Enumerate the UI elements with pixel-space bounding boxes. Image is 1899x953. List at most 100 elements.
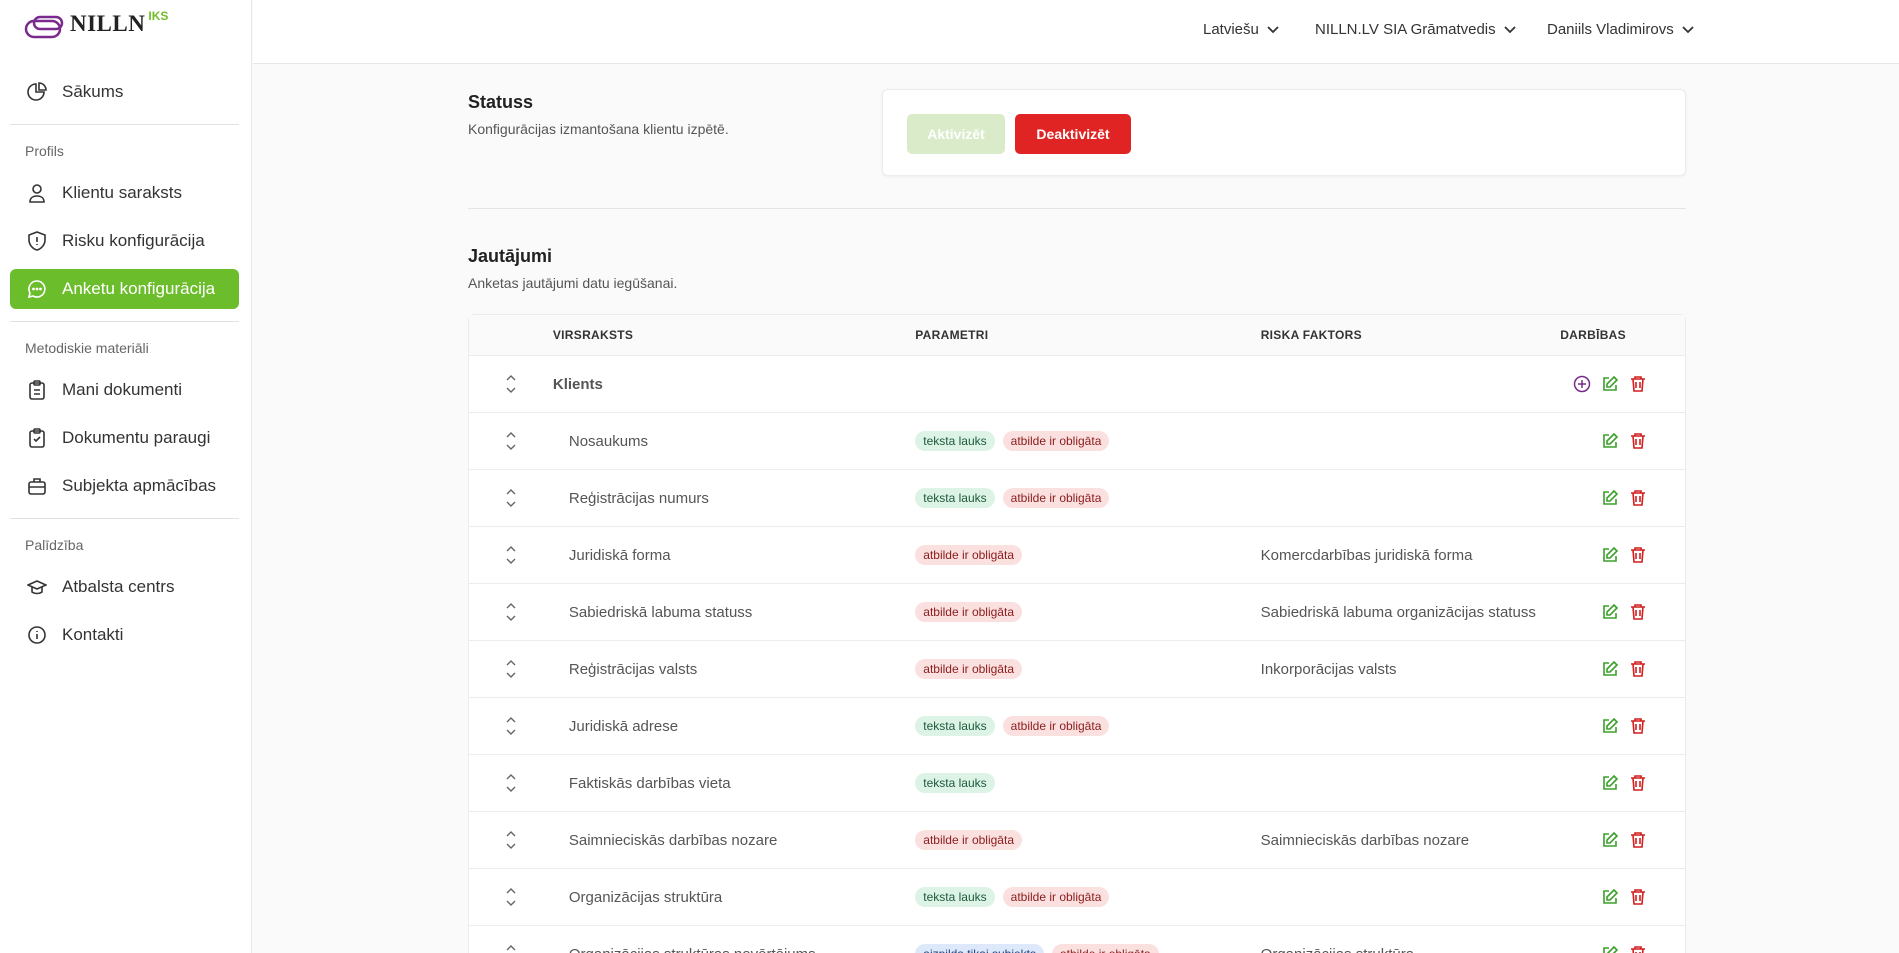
sidebar-item-form-config[interactable]: Anketu konfigurācija bbox=[10, 269, 239, 309]
sidebar-item-my-documents[interactable]: Mani dokumenti bbox=[10, 370, 239, 410]
sort-handle-icon[interactable] bbox=[469, 715, 553, 737]
sidebar-item-home[interactable]: Sākums bbox=[10, 72, 239, 112]
sort-handle-icon[interactable] bbox=[469, 373, 553, 395]
language-label: Latviešu bbox=[1203, 21, 1259, 38]
sort-handle-icon[interactable] bbox=[469, 886, 553, 908]
activate-button[interactable]: Aktivizēt bbox=[907, 114, 1005, 154]
question-title: Sabiedriskā labuma statuss bbox=[568, 603, 753, 621]
chevron-down-icon bbox=[1504, 21, 1516, 38]
table-row: Organizācijas struktūras novērtējumsaizp… bbox=[469, 925, 1685, 953]
table-row: Reģistrācijas numurs teksta lauks atbilde … bbox=[469, 469, 1685, 526]
graduation-cap-icon bbox=[26, 576, 48, 598]
pie-chart-icon bbox=[26, 81, 48, 103]
trash-icon[interactable] bbox=[1629, 888, 1647, 906]
param-tag-required: atbilde ir obligāta bbox=[1002, 488, 1110, 508]
edit-icon[interactable] bbox=[1601, 660, 1619, 678]
divider bbox=[10, 124, 239, 125]
table-row: Juridiskā forma atbilde ir obligāta Komerc… bbox=[469, 526, 1685, 583]
param-tag-text: teksta lauks bbox=[915, 716, 995, 736]
sidebar-item-label: Subjekta apmācības bbox=[62, 476, 217, 495]
logo[interactable]: NILLN IKS bbox=[0, 0, 251, 56]
sort-handle-icon[interactable] bbox=[469, 658, 553, 680]
edit-icon[interactable] bbox=[1601, 546, 1619, 564]
table-row: Klients bbox=[469, 355, 1685, 412]
trash-icon[interactable] bbox=[1629, 831, 1647, 849]
sort-handle-icon[interactable] bbox=[469, 544, 553, 566]
sort-handle-icon[interactable] bbox=[469, 772, 553, 794]
table-row: Nosaukums teksta lauks atbilde ir obligāta bbox=[469, 412, 1685, 469]
question-title: Klients bbox=[552, 375, 603, 393]
user-label: Daniils Vladimirovs bbox=[1547, 21, 1674, 38]
edit-icon[interactable] bbox=[1601, 945, 1619, 953]
chat-bubble-icon bbox=[26, 278, 48, 300]
risk-factor: Sabiedriskā labuma organizācijas statuss bbox=[1260, 603, 1536, 621]
table-row: Organizācijas struktūra teksta lauks atbil… bbox=[469, 868, 1685, 925]
section-label-profile: Profils bbox=[25, 143, 64, 159]
trash-icon[interactable] bbox=[1629, 432, 1647, 450]
trash-icon[interactable] bbox=[1629, 774, 1647, 792]
trash-icon[interactable] bbox=[1629, 945, 1647, 953]
status-card: Aktivizēt Deaktivizēt bbox=[882, 89, 1686, 176]
trash-icon[interactable] bbox=[1629, 717, 1647, 735]
question-title: Saimnieciskās darbības nozare bbox=[568, 831, 778, 849]
question-title: Nosaukums bbox=[568, 432, 649, 450]
sidebar-item-doc-templates[interactable]: Dokumentu paraugi bbox=[10, 418, 239, 458]
question-title: Reģistrācijas valsts bbox=[568, 660, 698, 678]
deactivate-button[interactable]: Deaktivizēt bbox=[1015, 114, 1131, 154]
params-cell: teksta lauks bbox=[915, 773, 1260, 793]
actions-cell bbox=[1560, 717, 1685, 735]
trash-icon[interactable] bbox=[1629, 375, 1647, 393]
add-circle-icon[interactable] bbox=[1573, 375, 1591, 393]
sort-handle-icon[interactable] bbox=[469, 601, 553, 623]
column-header-params: PARAMETRI bbox=[915, 328, 989, 342]
edit-icon[interactable] bbox=[1601, 888, 1619, 906]
edit-icon[interactable] bbox=[1601, 774, 1619, 792]
sidebar-item-trainings[interactable]: Subjekta apmācības bbox=[10, 466, 239, 506]
params-cell: teksta lauks atbilde ir obligāta bbox=[915, 488, 1260, 508]
risk-factor: Organizācijas struktūra bbox=[1261, 946, 1560, 953]
edit-icon[interactable] bbox=[1601, 432, 1619, 450]
params-cell: teksta lauks atbilde ir obligāta bbox=[915, 887, 1260, 907]
param-tag-required: atbilde ir obligāta bbox=[915, 659, 1022, 679]
param-tag-subject: aizpilda tikai subjekts bbox=[915, 944, 1044, 953]
sort-handle-icon[interactable] bbox=[469, 943, 553, 953]
actions-cell bbox=[1560, 375, 1685, 393]
table-row: Reģistrācijas valsts atbilde ir obligāta I… bbox=[469, 640, 1685, 697]
trash-icon[interactable] bbox=[1629, 660, 1647, 678]
question-title: Faktiskās darbības vieta bbox=[568, 774, 731, 792]
edit-icon[interactable] bbox=[1601, 717, 1619, 735]
edit-icon[interactable] bbox=[1601, 489, 1619, 507]
table-header: VIRSRAKSTS PARAMETRI RISKA FAKTORS DARBĪ… bbox=[469, 315, 1685, 355]
param-tag-required: atbilde ir obligāta bbox=[1052, 944, 1159, 953]
question-title: Organizācijas struktūras novērtējums bbox=[553, 946, 915, 953]
sort-handle-icon[interactable] bbox=[469, 829, 553, 851]
trash-icon[interactable] bbox=[1629, 603, 1647, 621]
user-dropdown[interactable]: Daniils Vladimirovs bbox=[1547, 21, 1694, 38]
trash-icon[interactable] bbox=[1629, 546, 1647, 564]
sidebar-item-risk-config[interactable]: Risku konfigurācija bbox=[10, 221, 239, 261]
param-tag-required: atbilde ir obligāta bbox=[915, 545, 1022, 565]
questions-desc: Anketas jautājumi datu iegūšanai. bbox=[468, 275, 678, 291]
sidebar-item-label: Mani dokumenti bbox=[62, 380, 183, 399]
params-cell: atbilde ir obligāta bbox=[915, 830, 1260, 850]
logo-text: NILLN bbox=[70, 11, 146, 36]
params-cell: aizpilda tikai subjekts atbilde ir obligā… bbox=[915, 944, 1260, 953]
param-tag-required: atbilde ir obligāta bbox=[915, 830, 1022, 850]
sidebar-item-contacts[interactable]: Kontakti bbox=[10, 615, 239, 655]
status-section-header: Statuss Konfigurācijas izmantošana klien… bbox=[468, 92, 729, 137]
sidebar-item-label: Klientu saraksts bbox=[62, 183, 182, 202]
edit-icon[interactable] bbox=[1601, 831, 1619, 849]
sort-handle-icon[interactable] bbox=[469, 487, 553, 509]
language-dropdown[interactable]: Latviešu bbox=[1203, 21, 1279, 38]
sort-handle-icon[interactable] bbox=[469, 430, 553, 452]
edit-icon[interactable] bbox=[1601, 603, 1619, 621]
company-dropdown[interactable]: NILLN.LV SIA Grāmatvedis bbox=[1315, 21, 1516, 38]
edit-icon[interactable] bbox=[1601, 375, 1619, 393]
clipboard-check-icon bbox=[26, 427, 48, 449]
trash-icon[interactable] bbox=[1629, 489, 1647, 507]
topbar: Latviešu NILLN.LV SIA Grāmatvedis Daniil… bbox=[253, 0, 1899, 64]
sidebar-item-clients[interactable]: Klientu saraksts bbox=[10, 173, 239, 213]
sidebar-item-support[interactable]: Atbalsta centrs bbox=[10, 567, 239, 607]
actions-cell bbox=[1560, 774, 1685, 792]
clipboard-icon bbox=[26, 379, 48, 401]
